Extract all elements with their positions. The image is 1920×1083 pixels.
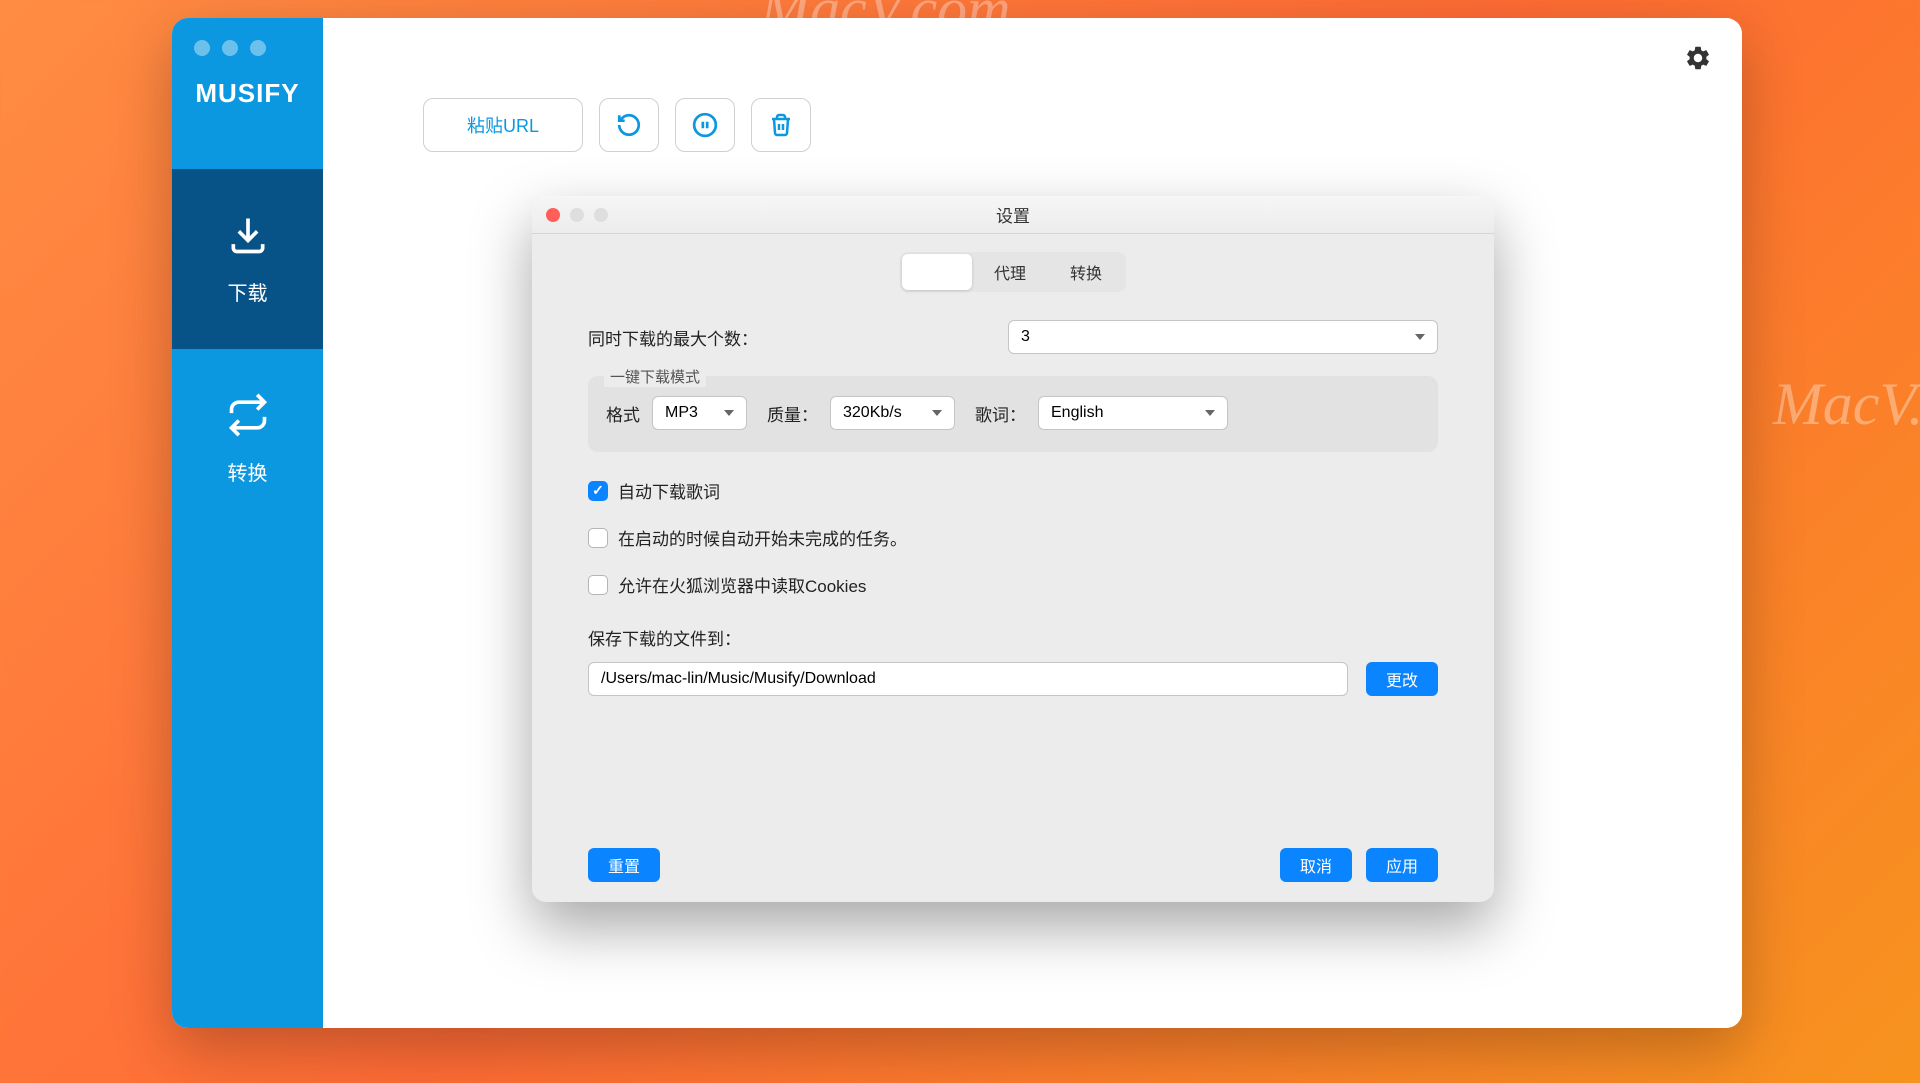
tab-bar: 代理 转换 [588, 252, 1438, 292]
lyrics-value: English [1051, 404, 1103, 422]
settings-button[interactable] [1684, 44, 1712, 77]
cancel-button[interactable]: 取消 [1280, 848, 1352, 882]
max-concurrent-row: 同时下载的最大个数： 3 [588, 320, 1438, 354]
toolbar: 粘贴URL [323, 18, 1742, 152]
dialog-window-controls [546, 208, 608, 222]
pause-icon [692, 112, 718, 138]
chevron-down-icon [1205, 410, 1215, 416]
delete-button[interactable] [751, 98, 811, 152]
one-click-fieldset: 一键下载模式 格式 MP3 质量： 320Kb/s 歌词： English [588, 376, 1438, 452]
tab-convert[interactable]: 转换 [1048, 254, 1124, 290]
watermark: MacV.co [1773, 370, 1920, 439]
maximize-dialog-button[interactable] [594, 208, 608, 222]
resume-on-start-row: 在启动的时候自动开始未完成的任务。 [588, 525, 1438, 550]
sidebar-item-label: 转换 [228, 457, 268, 486]
firefox-cookies-label: 允许在火狐浏览器中读取Cookies [618, 572, 866, 597]
sidebar-item-download[interactable]: 下载 [172, 169, 323, 349]
close-window-button[interactable] [194, 40, 210, 56]
dialog-titlebar: 设置 [532, 196, 1494, 234]
paste-url-button[interactable]: 粘贴URL [423, 98, 583, 152]
sidebar: MUSIFY 下载 转换 [172, 18, 323, 1028]
refresh-icon [616, 112, 642, 138]
dialog-title: 设置 [996, 202, 1030, 227]
checkmark-icon: ✓ [592, 482, 604, 499]
reset-button[interactable]: 重置 [588, 848, 660, 882]
dialog-footer: 重置 取消 应用 [588, 828, 1438, 882]
lyrics-label: 歌词： [975, 401, 1026, 426]
auto-lyrics-label: 自动下载歌词 [618, 478, 720, 503]
apply-button[interactable]: 应用 [1366, 848, 1438, 882]
chevron-down-icon [1415, 334, 1425, 340]
chevron-down-icon [932, 410, 942, 416]
format-label: 格式 [606, 401, 640, 426]
max-concurrent-value: 3 [1021, 328, 1030, 346]
max-concurrent-label: 同时下载的最大个数： [588, 325, 1008, 350]
tab-general[interactable] [902, 254, 972, 290]
resume-on-start-label: 在启动的时候自动开始未完成的任务。 [618, 525, 907, 550]
download-icon [226, 213, 270, 257]
chevron-down-icon [724, 410, 734, 416]
max-concurrent-select[interactable]: 3 [1008, 320, 1438, 354]
auto-lyrics-checkbox[interactable]: ✓ [588, 481, 608, 501]
minimize-window-button[interactable] [222, 40, 238, 56]
firefox-cookies-checkbox[interactable] [588, 575, 608, 595]
app-logo: MUSIFY [195, 78, 299, 109]
change-path-button[interactable]: 更改 [1366, 662, 1438, 696]
fieldset-legend: 一键下载模式 [604, 366, 706, 387]
save-path-input[interactable]: /Users/mac-lin/Music/Musify/Download [588, 662, 1348, 696]
refresh-button[interactable] [599, 98, 659, 152]
sidebar-item-label: 下载 [228, 277, 268, 306]
quality-label: 质量： [767, 401, 818, 426]
trash-icon [769, 113, 793, 137]
minimize-dialog-button[interactable] [570, 208, 584, 222]
format-value: MP3 [665, 404, 698, 422]
convert-icon [226, 393, 270, 437]
maximize-window-button[interactable] [250, 40, 266, 56]
save-path-label: 保存下载的文件到： [588, 630, 741, 649]
resume-on-start-checkbox[interactable] [588, 528, 608, 548]
lyrics-select[interactable]: English [1038, 396, 1228, 430]
close-dialog-button[interactable] [546, 208, 560, 222]
quality-select[interactable]: 320Kb/s [830, 396, 955, 430]
quality-value: 320Kb/s [843, 404, 902, 422]
save-path-row: /Users/mac-lin/Music/Musify/Download 更改 [588, 662, 1438, 696]
firefox-cookies-row: 允许在火狐浏览器中读取Cookies [588, 572, 1438, 597]
settings-dialog: 设置 代理 转换 同时下载的最大个数： 3 一键下载模式 格式 MP3 [532, 196, 1494, 902]
auto-lyrics-row: ✓ 自动下载歌词 [588, 478, 1438, 503]
format-select[interactable]: MP3 [652, 396, 747, 430]
pause-button[interactable] [675, 98, 735, 152]
sidebar-item-convert[interactable]: 转换 [172, 349, 323, 529]
window-controls [194, 40, 266, 56]
tab-proxy[interactable]: 代理 [972, 254, 1048, 290]
dialog-body: 代理 转换 同时下载的最大个数： 3 一键下载模式 格式 MP3 质量： 32 [532, 234, 1494, 902]
